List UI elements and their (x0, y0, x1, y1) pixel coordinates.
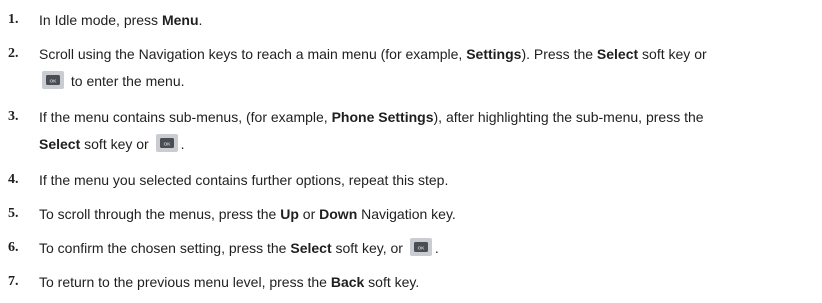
step-number: 2. (8, 46, 19, 61)
ok-key-icon: OK (155, 134, 178, 153)
svg-text:OK: OK (163, 142, 171, 147)
svg-text:OK: OK (417, 246, 425, 251)
down-key-label: Down (319, 206, 358, 222)
step-text: If the menu you selected contains furthe… (39, 172, 449, 188)
svg-text:OK: OK (50, 79, 58, 84)
settings-label: Settings (466, 46, 522, 62)
ok-key-icon: OK (42, 71, 64, 90)
select-key-label: Select (290, 240, 332, 256)
step-text: To return to the previous menu level, pr… (39, 274, 420, 290)
step-number: 1. (8, 12, 19, 27)
step-text: If the menu contains sub-menus, (for exa… (39, 109, 704, 153)
step-number: 7. (8, 274, 19, 289)
step-number: 5. (8, 206, 19, 221)
step-number: 4. (8, 172, 19, 187)
phone-settings-label: Phone Settings (331, 109, 434, 125)
step-text: In Idle mode, press Menu. (39, 12, 203, 28)
step-text: To scroll through the menus, press the U… (39, 206, 456, 222)
back-key-label: Back (330, 274, 365, 290)
ok-key-icon: OK (409, 238, 432, 257)
step-number: 6. (8, 240, 19, 255)
menu-key-label: Menu (161, 12, 199, 28)
step-number: 3. (8, 109, 19, 124)
select-key-label: Select (596, 46, 639, 62)
select-key-label: Select (39, 136, 81, 152)
step-text: To confirm the chosen setting, press the… (39, 238, 439, 257)
step-text: Scroll using the Navigation keys to reac… (39, 46, 707, 90)
up-key-label: Up (280, 206, 299, 222)
